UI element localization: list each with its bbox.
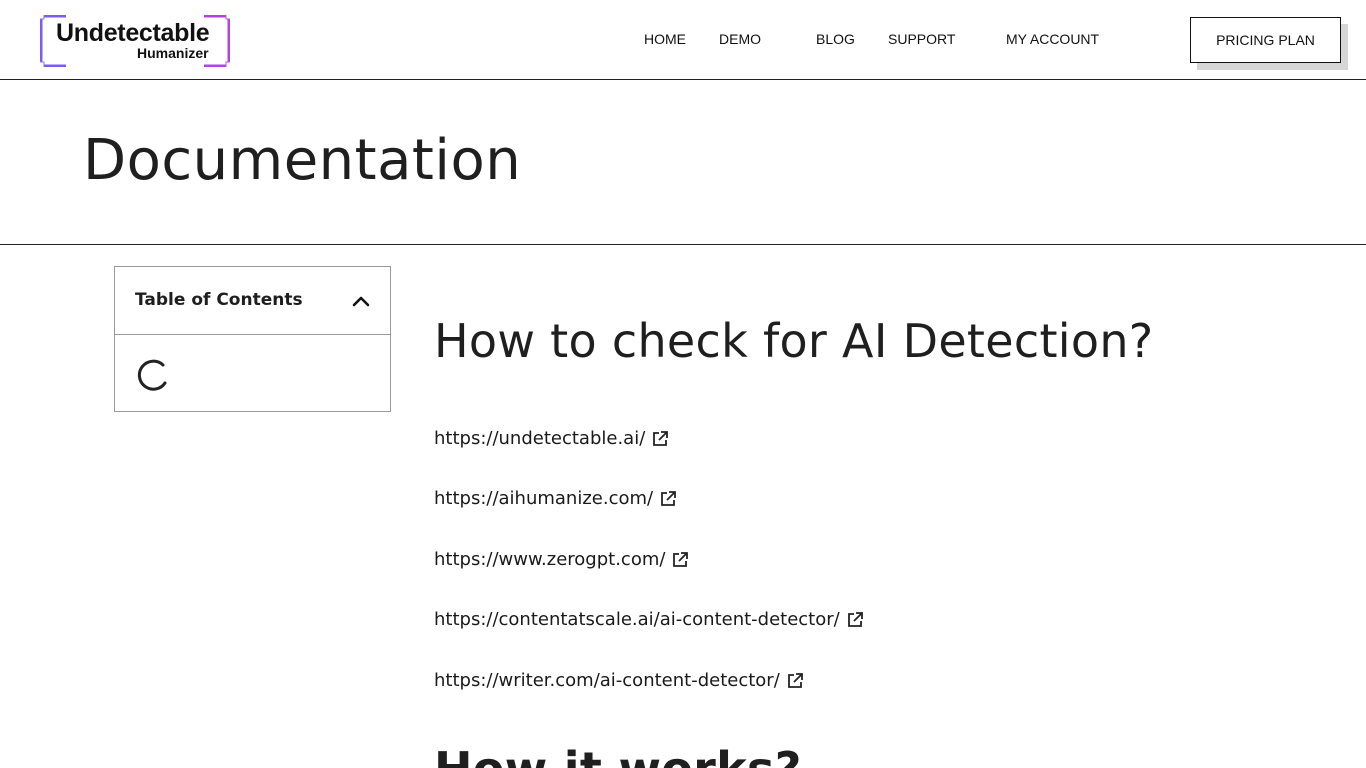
link-text: https://undetectable.ai/ (434, 428, 646, 449)
link-zerogpt[interactable]: https://www.zerogpt.com/ (434, 549, 689, 570)
external-link-icon (787, 672, 803, 688)
nav-demo[interactable]: DEMO (719, 31, 761, 47)
link-text: https://aihumanize.com/ (434, 488, 654, 509)
toc-title: Table of Contents (135, 290, 303, 310)
section-title-how-it-works: How it works? (434, 742, 802, 768)
toc-header[interactable]: Table of Contents (115, 267, 390, 335)
title-divider (0, 244, 1366, 245)
link-aihumanize[interactable]: https://aihumanize.com/ (434, 488, 677, 509)
logo-text-primary: Undetectable (56, 19, 210, 47)
nav-blog[interactable]: BLOG (816, 31, 855, 47)
link-writer[interactable]: https://writer.com/ai-content-detector/ (434, 670, 804, 691)
section-title-ai-detection: How to check for AI Detection? (434, 314, 1154, 368)
external-link-icon (847, 611, 863, 627)
spinner-icon (137, 359, 167, 391)
nav-home[interactable]: HOME (644, 31, 686, 47)
pricing-plan-button[interactable]: PRICING PLAN (1190, 17, 1341, 63)
external-link-icon (653, 430, 669, 446)
external-link-icon (673, 551, 689, 567)
logo-text-secondary: Humanizer (137, 45, 209, 61)
table-of-contents: Table of Contents (114, 266, 391, 412)
page-title: Documentation (83, 128, 522, 193)
external-link-icon (661, 490, 676, 506)
link-contentatscale[interactable]: https://contentatscale.ai/ai-content-det… (434, 609, 864, 630)
link-text: https://www.zerogpt.com/ (434, 549, 666, 570)
site-header: Undetectable Humanizer HOME DEMO BLOG SU… (0, 0, 1366, 80)
nav-my-account[interactable]: MY ACCOUNT (1006, 31, 1099, 47)
chevron-up-icon[interactable] (351, 293, 371, 309)
link-undetectable[interactable]: https://undetectable.ai/ (434, 428, 669, 449)
link-text: https://contentatscale.ai/ai-content-det… (434, 609, 840, 630)
nav-support[interactable]: SUPPORT (888, 31, 955, 47)
logo[interactable]: Undetectable Humanizer (40, 15, 230, 67)
link-text: https://writer.com/ai-content-detector/ (434, 670, 780, 691)
